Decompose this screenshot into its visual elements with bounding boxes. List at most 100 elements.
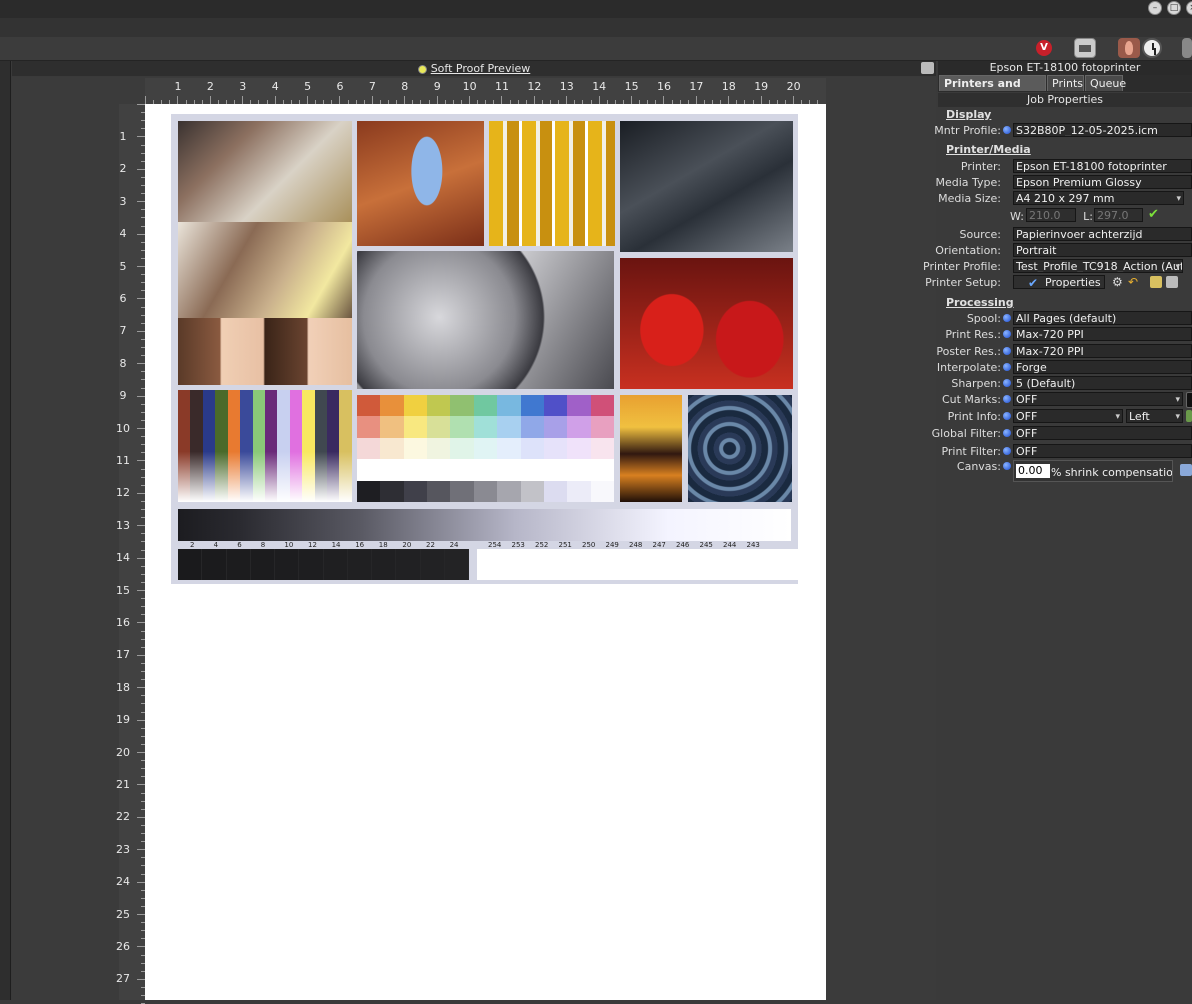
ruler-tick <box>137 849 145 851</box>
print-filter-field[interactable]: OFF <box>1013 444 1192 458</box>
monitor-profile-dot-icon[interactable] <box>1003 126 1011 134</box>
clock-icon[interactable] <box>1142 38 1162 58</box>
cut-marks-dot-icon[interactable] <box>1003 395 1011 403</box>
tab-printers-and-settings[interactable]: Printers and Settings <box>939 75 1046 106</box>
color-patch <box>543 459 568 481</box>
color-patch <box>403 395 428 417</box>
properties-button[interactable]: ✔ Properties <box>1013 275 1105 289</box>
ruler-tick <box>695 96 697 104</box>
tab-queue[interactable]: Queue <box>1085 75 1126 91</box>
media-size-dropdown[interactable]: A4 210 x 297 mm <box>1013 191 1184 205</box>
panel-pin-icon[interactable] <box>921 62 934 74</box>
light-step-wedge <box>477 549 798 580</box>
sunset-photo <box>620 395 682 502</box>
checkmark-icon[interactable]: ✔ <box>1148 208 1160 221</box>
color-patch <box>590 416 614 438</box>
canvas-dot-icon[interactable] <box>1003 462 1011 470</box>
fabric-texture-photo <box>688 395 792 502</box>
print-res-field[interactable]: Max-720 PPI <box>1013 327 1192 341</box>
monitor-profile-field[interactable]: S32B80P_12-05-2025.icm <box>1013 123 1192 137</box>
step-label: 16 <box>355 541 365 549</box>
step-label: 249 <box>605 541 619 549</box>
step-label: 14 <box>331 541 341 549</box>
length-input[interactable]: 297.0 <box>1094 208 1143 222</box>
sharpen-field[interactable]: 5 (Default) <box>1013 376 1192 390</box>
media-type-field[interactable]: Epson Premium Glossy <box>1013 175 1192 189</box>
color-patch <box>357 395 381 417</box>
ruler-left-label: 11 <box>116 454 130 467</box>
step-label: 6 <box>237 541 242 549</box>
interpolate-dot-icon[interactable] <box>1003 363 1011 371</box>
status-dot-icon <box>417 64 427 74</box>
save-icon[interactable] <box>1166 276 1178 288</box>
close-button[interactable]: × <box>1186 1 1192 15</box>
poster-res-dot-icon[interactable] <box>1003 347 1011 355</box>
color-patch <box>520 437 544 460</box>
ruler-tick <box>137 654 145 656</box>
gear-icon[interactable]: ⚙ <box>1112 276 1124 288</box>
ruler-left-label: 21 <box>116 778 130 791</box>
ruler-tick <box>137 460 145 462</box>
color-patch <box>380 395 404 417</box>
undo-icon[interactable]: ↶ <box>1128 276 1140 288</box>
poster-res-field[interactable]: Max-720 PPI <box>1013 344 1192 358</box>
color-patch <box>357 459 381 481</box>
cut-marks-color-swatch[interactable] <box>1186 392 1192 408</box>
calculator-icon[interactable] <box>1180 464 1192 476</box>
still-life-photo-2 <box>178 222 352 318</box>
ruler-tick <box>793 96 794 104</box>
minimize-button[interactable]: – <box>1148 1 1162 15</box>
width-input[interactable]: 210.0 <box>1026 208 1076 222</box>
color-patch <box>567 416 591 438</box>
dark-step <box>226 549 251 580</box>
print-info-dot-icon[interactable] <box>1003 412 1011 420</box>
color-patch <box>520 459 544 481</box>
job-properties-header: Job Properties <box>938 93 1192 107</box>
printer-driver-icon[interactable] <box>1150 276 1162 288</box>
sharpen-dot-icon[interactable] <box>1003 379 1011 387</box>
source-field[interactable]: Papierinvoer achterzijd <box>1013 227 1192 241</box>
print-info-dropdown[interactable]: OFF <box>1013 409 1123 423</box>
print-filter-label: Print Filter: <box>941 445 1001 458</box>
birch-forest-photo <box>489 121 615 246</box>
orientation-field[interactable]: Portrait <box>1013 243 1192 257</box>
interpolate-field[interactable]: Forge <box>1013 360 1192 374</box>
maximize-button[interactable]: □ <box>1167 1 1181 15</box>
ruler-tick <box>137 687 145 689</box>
flame-icon[interactable] <box>1118 38 1140 58</box>
toolbar-overflow-icon[interactable] <box>1182 38 1192 58</box>
print-info-edit-icon[interactable] <box>1186 410 1192 422</box>
color-patch <box>590 480 614 502</box>
global-filter-field[interactable]: OFF <box>1013 426 1192 440</box>
vivaldi-icon[interactable]: V <box>1036 40 1052 56</box>
color-bar <box>302 390 315 502</box>
ruler-top-label: 19 <box>754 80 769 93</box>
print-res-dot-icon[interactable] <box>1003 330 1011 338</box>
print-filter-dot-icon[interactable] <box>1003 447 1011 455</box>
spool-dot-icon[interactable] <box>1003 314 1011 322</box>
canvas-input[interactable]: 0.00 <box>1016 464 1050 478</box>
color-patch <box>357 416 381 438</box>
printer-profile-dropdown[interactable]: Test_Profile_TC918_Action (Auto <box>1013 259 1183 273</box>
preview-title: Soft Proof Preview <box>430 62 531 75</box>
spool-field[interactable]: All Pages (default) <box>1013 311 1192 325</box>
global-filter-dot-icon[interactable] <box>1003 429 1011 437</box>
faces-photo <box>178 318 352 385</box>
color-patch <box>567 437 591 460</box>
cut-marks-dropdown[interactable]: OFF <box>1013 392 1183 406</box>
print-icon[interactable] <box>1074 38 1096 58</box>
preview-title-bar: Soft Proof Preview <box>12 61 936 76</box>
printer-field[interactable]: Epson ET-18100 fotoprinter <box>1013 159 1192 173</box>
ruler-top-label: 13 <box>559 80 574 93</box>
print-info-align-dropdown[interactable]: Left <box>1126 409 1183 423</box>
color-patch <box>380 480 404 502</box>
grayscale-spheres-photo <box>357 251 614 389</box>
dark-step <box>275 549 300 580</box>
color-patch <box>520 395 544 417</box>
ruler-tick <box>137 104 145 105</box>
step-label: 246 <box>676 541 690 549</box>
ruler-left-label: 4 <box>119 227 127 241</box>
tab-prints[interactable]: Prints <box>1047 75 1084 91</box>
ruler-tick <box>137 557 145 559</box>
color-bar <box>227 390 241 502</box>
